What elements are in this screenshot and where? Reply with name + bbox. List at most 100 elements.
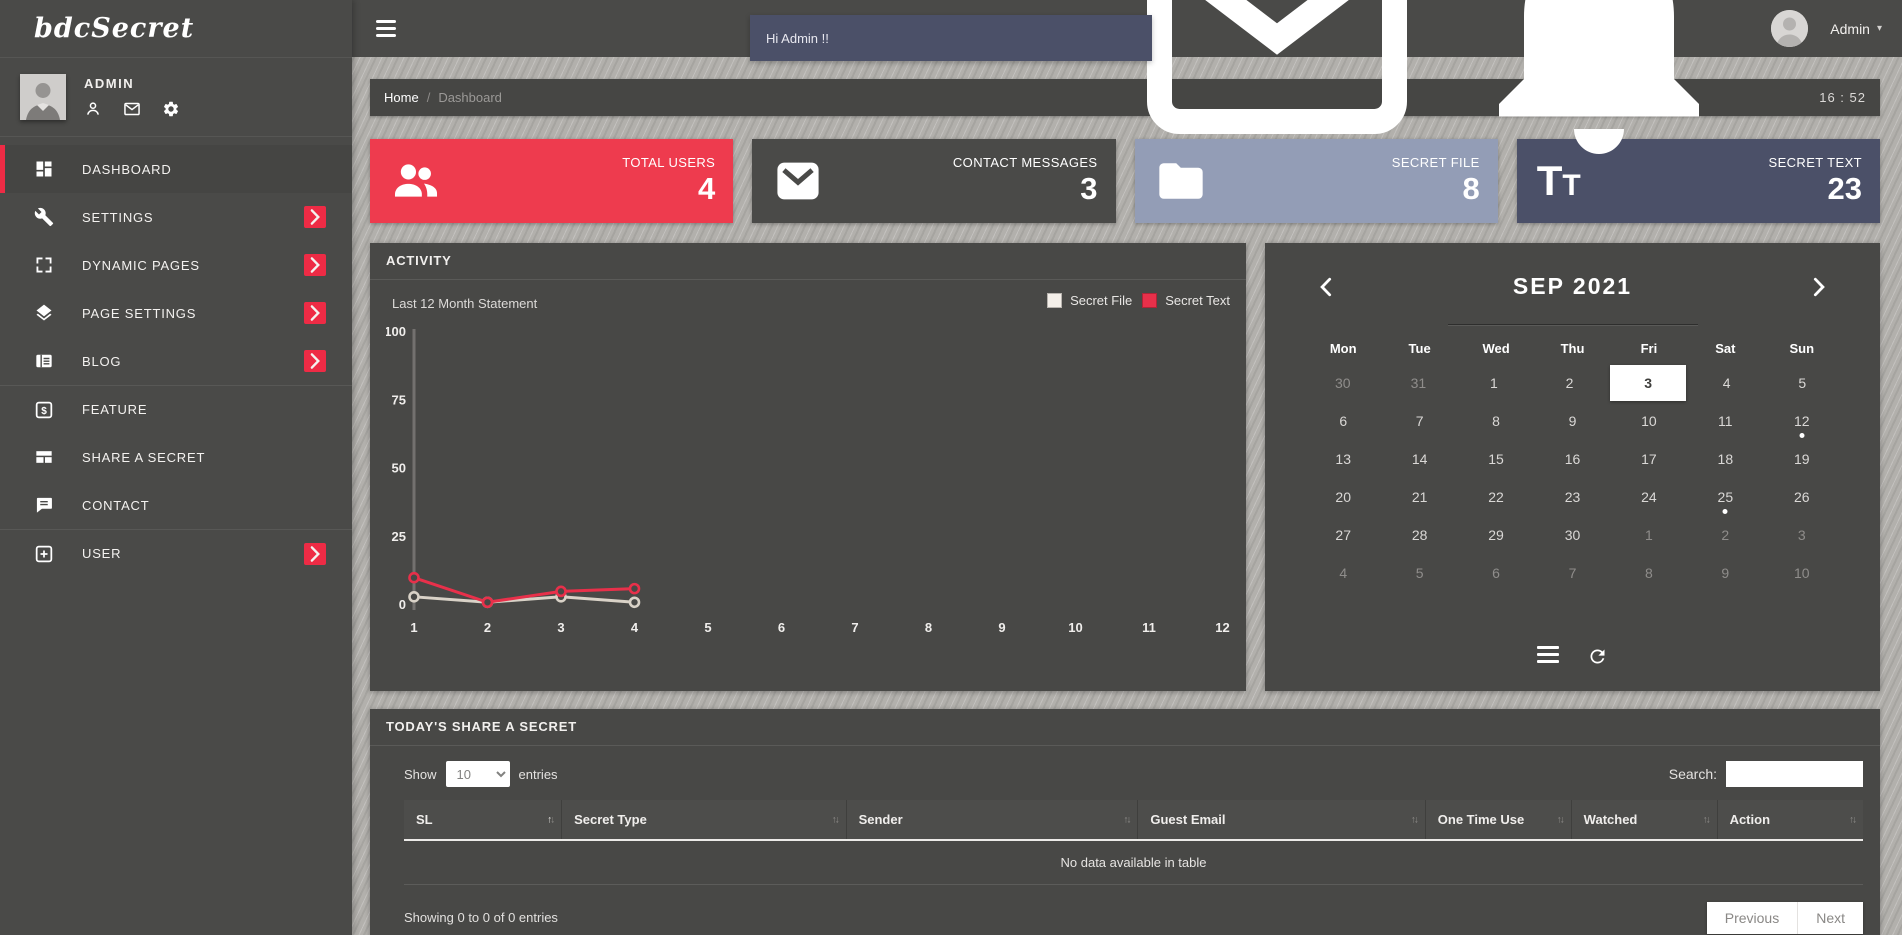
- calendar-divider: [1447, 324, 1698, 326]
- submenu-arrow-icon[interactable]: [304, 206, 326, 228]
- calendar-day[interactable]: 16: [1534, 440, 1610, 478]
- calendar-day[interactable]: 20: [1305, 478, 1381, 516]
- sidebar-item-contact[interactable]: CONTACT: [0, 481, 352, 529]
- gear-icon[interactable]: [162, 100, 180, 118]
- sidebar-item-user[interactable]: USER: [0, 529, 352, 577]
- bell-icon[interactable]: 0: [1449, 0, 1749, 179]
- profile-avatar[interactable]: [20, 74, 66, 120]
- sidebar-item-blog[interactable]: BLOG: [0, 337, 352, 385]
- user-menu[interactable]: Admin ▾: [1830, 21, 1882, 37]
- calendar-day[interactable]: 6: [1458, 554, 1534, 592]
- calendar-day[interactable]: 3: [1764, 516, 1840, 554]
- search-control: Search:: [1669, 761, 1863, 787]
- column-header-sl[interactable]: SL ↑↓: [404, 800, 562, 841]
- column-header-action[interactable]: Action ↑↓: [1716, 800, 1863, 841]
- submenu-arrow-icon[interactable]: [304, 350, 326, 372]
- calendar-day[interactable]: 7: [1381, 402, 1457, 440]
- entries-select[interactable]: 10: [445, 761, 510, 787]
- calendar-day[interactable]: 28: [1381, 516, 1457, 554]
- calendar-day[interactable]: 18: [1687, 440, 1763, 478]
- submenu-arrow-icon[interactable]: [304, 542, 326, 565]
- calendar-day[interactable]: 15: [1458, 440, 1534, 478]
- calendar-list-icon[interactable]: [1537, 646, 1559, 667]
- sidebar-item-label: DASHBOARD: [82, 161, 172, 177]
- calendar-day[interactable]: 26: [1764, 478, 1840, 516]
- column-header-watched[interactable]: Watched ↑↓: [1570, 800, 1718, 841]
- calendar-day[interactable]: 7: [1534, 554, 1610, 592]
- mail-icon[interactable]: 0: [1127, 0, 1427, 179]
- profile-quick-actions: [84, 100, 180, 118]
- calendar-day[interactable]: 31: [1381, 364, 1457, 402]
- calendar-day[interactable]: 23: [1534, 478, 1610, 516]
- sidebar-item-feature[interactable]: $ FEATURE: [0, 385, 352, 433]
- calendar-next-icon[interactable]: [1806, 274, 1832, 300]
- column-header-guest-email[interactable]: Guest Email ↑↓: [1137, 800, 1426, 841]
- blog-icon: [34, 351, 54, 371]
- stat-card-total-users[interactable]: TOTAL USERS 4: [370, 139, 734, 223]
- calendar-day[interactable]: 2: [1687, 516, 1763, 554]
- calendar-day[interactable]: 8: [1611, 554, 1687, 592]
- svg-text:50: 50: [392, 461, 406, 476]
- svg-text:25: 25: [392, 529, 406, 544]
- calendar-day-selected[interactable]: 3: [1610, 365, 1686, 401]
- calendar-day[interactable]: 13: [1305, 440, 1381, 478]
- calendar-day[interactable]: 17: [1611, 440, 1687, 478]
- envelope-icon[interactable]: [123, 100, 141, 118]
- svg-text:9: 9: [998, 620, 1005, 635]
- column-header-secret-type[interactable]: Secret Type ↑↓: [561, 800, 847, 841]
- column-header-one-time-use[interactable]: One Time Use ↑↓: [1424, 800, 1572, 841]
- calendar-day[interactable]: 22: [1458, 478, 1534, 516]
- sidebar-item-dynamic-pages[interactable]: DYNAMIC PAGES: [0, 241, 352, 289]
- column-header-sender[interactable]: Sender ↑↓: [845, 800, 1138, 841]
- calendar-day[interactable]: 9: [1687, 554, 1763, 592]
- breadcrumb-home[interactable]: Home: [384, 90, 419, 105]
- submenu-arrow-icon[interactable]: [304, 254, 326, 276]
- calendar-day[interactable]: 1: [1456, 364, 1532, 402]
- calendar-day[interactable]: 1: [1611, 516, 1687, 554]
- calendar-day[interactable]: 29: [1458, 516, 1534, 554]
- calendar-day[interactable]: 12: [1764, 402, 1840, 440]
- calendar-day[interactable]: 5: [1764, 364, 1840, 402]
- calendar-day[interactable]: 5: [1381, 554, 1457, 592]
- page-size-control: Show 10 entries: [404, 761, 558, 787]
- sidebar-item-settings[interactable]: SETTINGS: [0, 193, 352, 241]
- calendar-day[interactable]: 9: [1534, 402, 1610, 440]
- calendar-day[interactable]: 11: [1687, 402, 1763, 440]
- calendar-day[interactable]: 24: [1611, 478, 1687, 516]
- calendar-day[interactable]: 8: [1458, 402, 1534, 440]
- calendar-day[interactable]: 21: [1381, 478, 1457, 516]
- day-header-fri: Fri: [1640, 341, 1658, 356]
- calendar-refresh-icon[interactable]: [1587, 646, 1608, 667]
- previous-button[interactable]: Previous: [1707, 902, 1797, 934]
- calendar-day[interactable]: 4: [1305, 554, 1381, 592]
- stat-card-contact-messages[interactable]: CONTACT MESSAGES 3: [752, 139, 1116, 223]
- calendar-day[interactable]: 4: [1689, 364, 1765, 402]
- day-header-wed: Wed: [1482, 341, 1510, 356]
- submenu-arrow-icon[interactable]: [304, 302, 326, 324]
- calendar-day[interactable]: 2: [1532, 364, 1608, 402]
- calendar-day[interactable]: 14: [1381, 440, 1457, 478]
- calendar-day[interactable]: 19: [1764, 440, 1840, 478]
- calendar-day[interactable]: 6: [1305, 402, 1381, 440]
- app-logo[interactable]: bdcSecret: [0, 0, 352, 57]
- clock: 16 : 52: [1819, 90, 1866, 105]
- menu-toggle-icon[interactable]: [376, 20, 396, 41]
- day-header-thu: Thu: [1560, 341, 1585, 356]
- search-input[interactable]: [1726, 761, 1863, 787]
- person-icon[interactable]: [84, 100, 102, 118]
- user-avatar[interactable]: [1771, 10, 1809, 47]
- table-controls: Show 10 entries Search:: [370, 746, 1880, 787]
- calendar-day[interactable]: 27: [1305, 516, 1381, 554]
- sidebar-item-share-a-secret[interactable]: SHARE A SECRET: [0, 433, 352, 481]
- next-button[interactable]: Next: [1797, 901, 1863, 934]
- calendar-prev-icon[interactable]: [1313, 274, 1339, 300]
- calendar-day[interactable]: 25: [1687, 478, 1763, 516]
- sidebar-item-dashboard[interactable]: DASHBOARD: [0, 145, 352, 193]
- calendar-day[interactable]: 30: [1305, 364, 1381, 402]
- sidebar-item-page-settings[interactable]: PAGE SETTINGS: [0, 289, 352, 337]
- calendar-day[interactable]: 10: [1764, 554, 1840, 592]
- secrets-title: TODAY'S SHARE A SECRET: [370, 709, 1880, 746]
- calendar-day[interactable]: 10: [1611, 402, 1687, 440]
- calendar-day[interactable]: 30: [1534, 516, 1610, 554]
- pagination: Previous Next: [1706, 901, 1863, 934]
